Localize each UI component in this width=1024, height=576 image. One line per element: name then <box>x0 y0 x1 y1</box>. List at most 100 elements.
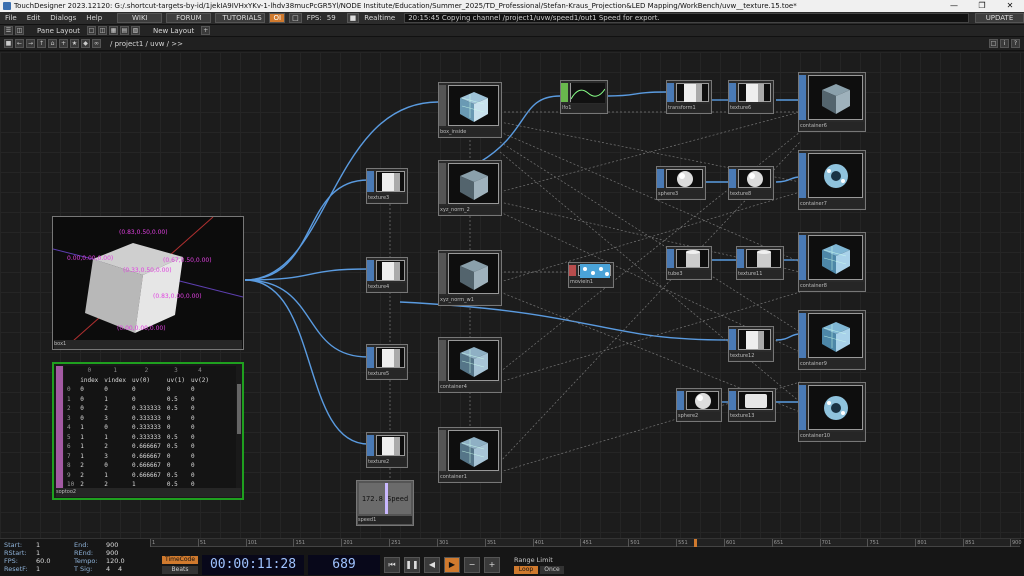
node-ports[interactable] <box>439 430 446 471</box>
beats-button[interactable]: Beats <box>162 566 198 574</box>
rstart-value[interactable]: 1 <box>36 549 74 557</box>
increment-icon[interactable]: + <box>484 557 500 573</box>
node-texture4[interactable]: texture4 <box>366 257 408 293</box>
node-tube3[interactable]: tube3 <box>666 246 712 280</box>
node-ports[interactable] <box>799 75 806 120</box>
start-value[interactable]: 1 <box>36 541 74 549</box>
pause-icon[interactable]: ❚❚ <box>404 557 420 573</box>
panel-icon[interactable]: □ <box>989 39 998 48</box>
back-icon[interactable]: ← <box>15 39 24 48</box>
rewind-icon[interactable]: ⏮ <box>384 557 400 573</box>
new-layout-label[interactable]: New Layout <box>148 27 199 35</box>
rend-value[interactable]: 900 <box>106 549 118 557</box>
table-row[interactable]: 7 1 3 0.666667 0 0 <box>64 452 212 462</box>
node-container4[interactable]: container4 <box>438 337 502 393</box>
table-row[interactable]: 10 2 2 1 0.5 0 <box>64 480 212 488</box>
node-container8[interactable]: container8 <box>798 232 866 292</box>
link-icon[interactable]: ∞ <box>92 39 101 48</box>
tutorials-button[interactable]: TUTORIALS <box>215 13 266 23</box>
node-xyz-norm-w1[interactable]: xyz_norm_w1 <box>438 250 502 306</box>
node-texture8[interactable]: texture8 <box>728 166 774 200</box>
help-icon[interactable]: ? <box>1011 39 1020 48</box>
oi-button[interactable]: OI <box>269 13 286 23</box>
node-ports[interactable] <box>799 235 806 280</box>
node-ports[interactable] <box>367 347 374 368</box>
close-button[interactable]: ✕ <box>996 0 1024 12</box>
node-ports[interactable] <box>729 83 736 102</box>
table-row[interactable]: 1 0 1 0 0.5 0 <box>64 395 212 405</box>
table-row[interactable]: 0 0 0 0 0 0 <box>64 385 212 395</box>
play-icon[interactable]: ▶ <box>444 557 460 573</box>
node-transform1[interactable]: transform1 <box>666 80 712 114</box>
node-ports[interactable] <box>439 163 446 204</box>
frame-display[interactable]: 689 <box>308 555 380 575</box>
node-texture5[interactable]: texture5 <box>366 344 408 380</box>
node-ports[interactable] <box>677 391 684 410</box>
realtime-checkbox[interactable]: ■ <box>346 13 360 23</box>
bookmark-icon[interactable]: ★ <box>70 39 79 48</box>
table-row[interactable]: 5 1 1 0.333333 0.5 0 <box>64 433 212 443</box>
node-ports[interactable] <box>737 249 744 268</box>
step-back-icon[interactable]: ◀ <box>424 557 440 573</box>
pane-split-icon[interactable]: ◫ <box>15 26 24 35</box>
node-texture13[interactable]: texture13 <box>728 388 776 422</box>
node-texture2[interactable]: texture2 <box>366 432 408 468</box>
node-texture12[interactable]: texture12 <box>728 326 774 362</box>
node-speed1[interactable]: 172.8 Speed speed1 <box>356 480 414 526</box>
end-value[interactable]: 900 <box>106 541 118 549</box>
resetf-value[interactable]: 1 <box>36 565 74 573</box>
pane-menu-icon[interactable]: ☰ <box>4 26 13 35</box>
node-container1[interactable]: container1 <box>438 427 502 483</box>
add-layout-icon[interactable]: + <box>201 26 211 35</box>
menu-edit[interactable]: Edit <box>22 14 46 22</box>
layout-2-icon[interactable]: ◫ <box>97 26 107 35</box>
node-movie1[interactable]: moviein1 <box>568 262 614 288</box>
node-ports[interactable] <box>799 153 806 198</box>
table-row[interactable]: 2 0 2 0.333333 0.5 0 <box>64 404 212 414</box>
node-ports[interactable] <box>799 313 806 358</box>
table-row[interactable]: 9 2 1 0.666667 0.5 0 <box>64 471 212 481</box>
layout-5-icon[interactable]: ▧ <box>130 26 140 35</box>
once-button[interactable]: Once <box>540 566 564 574</box>
node-ports[interactable] <box>367 260 374 281</box>
table-row[interactable]: 4 1 0 0.333333 0 0 <box>64 423 212 433</box>
box1-viewer[interactable]: (0.83,0.50,0.00) (0.67,0.50,0.00) (0.33,… <box>52 216 244 350</box>
node-texture6[interactable]: texture6 <box>728 80 774 114</box>
network-path[interactable]: / project1 / uvw / >> <box>105 40 188 48</box>
node-texture3[interactable]: texture3 <box>366 168 408 204</box>
decrement-icon[interactable]: − <box>464 557 480 573</box>
node-texture11[interactable]: texture11 <box>736 246 784 280</box>
loop-button[interactable]: Loop <box>514 566 538 574</box>
up-icon[interactable]: ↑ <box>37 39 46 48</box>
forum-button[interactable]: FORUM <box>166 13 212 23</box>
realtime-indicator-icon[interactable]: □ <box>289 13 302 23</box>
fps-setting-value[interactable]: 60.0 <box>36 557 74 565</box>
node-container10[interactable]: container10 <box>798 382 866 442</box>
node-ports[interactable] <box>799 385 806 430</box>
pin-icon[interactable]: ◆ <box>81 39 90 48</box>
node-ports[interactable] <box>367 171 374 192</box>
node-ports[interactable] <box>367 435 374 456</box>
soptoo2-table[interactable]: 0 1 2 3 4 index vindex uv(0) uv(1) uv(2)… <box>52 362 244 500</box>
playhead[interactable] <box>694 539 697 547</box>
node-xyz-norm-2[interactable]: xyz_norm_2 <box>438 160 502 216</box>
layout-3-icon[interactable]: ▦ <box>108 26 118 35</box>
add-icon[interactable]: + <box>59 39 68 48</box>
table-row[interactable]: 8 2 0 0.666667 0 0 <box>64 461 212 471</box>
node-ports[interactable] <box>667 83 674 102</box>
layout-1-icon[interactable]: □ <box>86 26 96 35</box>
node-lfo1[interactable]: lfo1 <box>560 80 608 114</box>
node-ports[interactable] <box>729 391 736 410</box>
node-box-inside[interactable]: box_inside <box>438 82 502 138</box>
minimize-button[interactable]: — <box>940 0 968 12</box>
tempo-value[interactable]: 120.0 <box>106 557 125 565</box>
menu-dialogs[interactable]: Dialogs <box>45 14 81 22</box>
node-ports[interactable] <box>729 329 736 350</box>
layout-4-icon[interactable]: ▤ <box>119 26 129 35</box>
network-editor[interactable]: (0.83,0.50,0.00) (0.67,0.50,0.00) (0.33,… <box>0 52 1024 538</box>
tsig-denominator[interactable]: 4 <box>118 565 122 573</box>
node-container9[interactable]: container9 <box>798 310 866 370</box>
node-container6[interactable]: container6 <box>798 72 866 132</box>
table-row[interactable]: 6 1 2 0.666667 0.5 0 <box>64 442 212 452</box>
wiki-button[interactable]: WIKI <box>117 13 163 23</box>
